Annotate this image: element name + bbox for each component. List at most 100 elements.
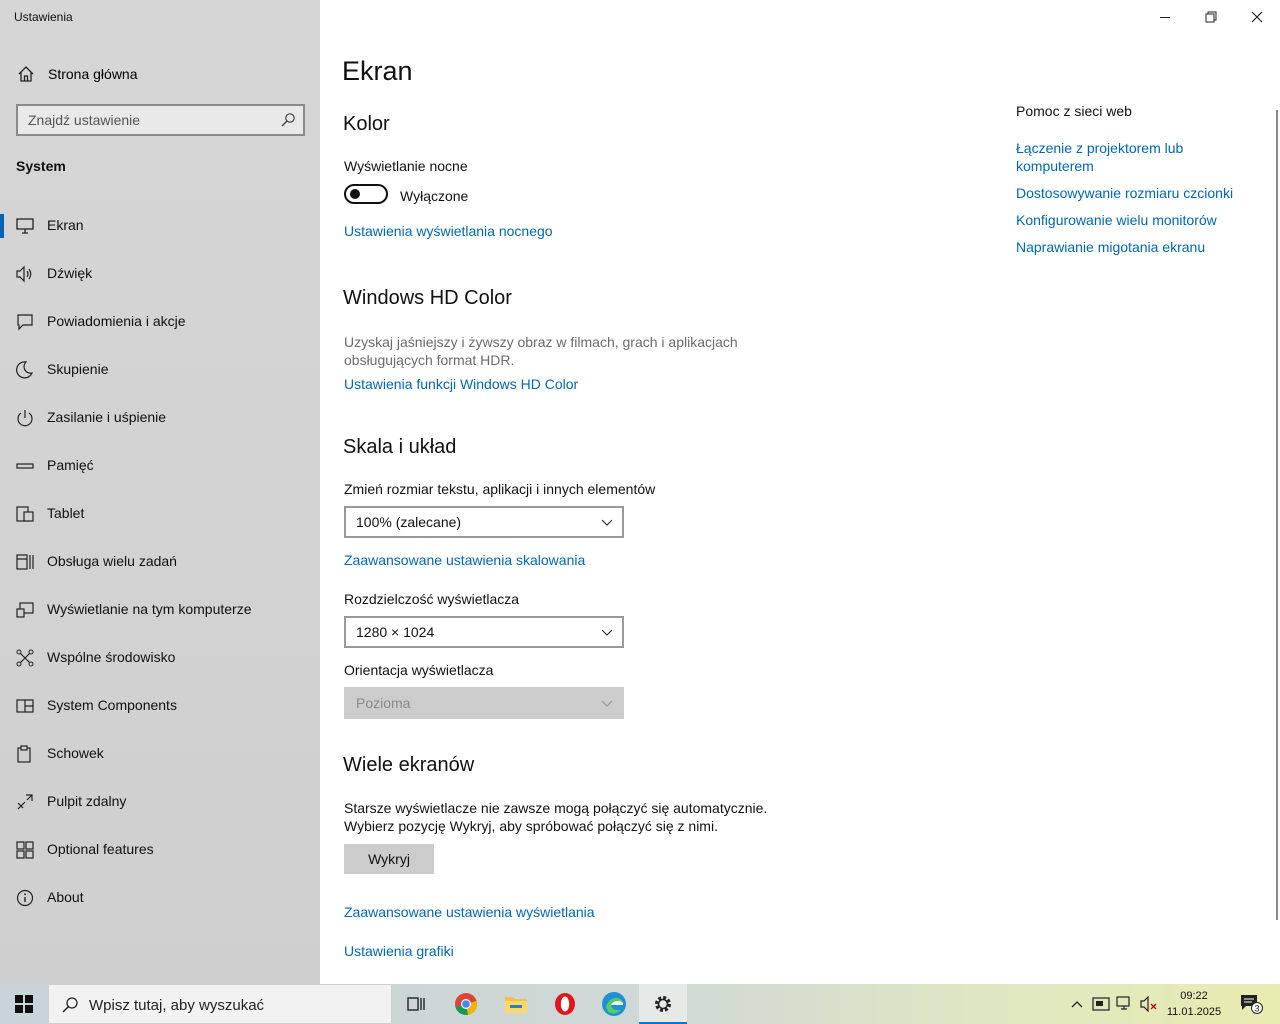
sidebar-item-powiadomienia[interactable]: Powiadomienia i akcje (0, 298, 320, 346)
toggle-knob (350, 189, 360, 199)
night-light-settings-link[interactable]: Ustawienia wyświetlania nocnego (344, 223, 553, 239)
taskbar-app-settings[interactable] (639, 984, 687, 1024)
main-content: Ekran Kolor Wyświetlanie nocne Wyłączone… (320, 0, 1280, 984)
action-center-button[interactable]: 3 (1234, 984, 1268, 1024)
opera-icon (555, 993, 575, 1015)
sidebar-item-label: Powiadomienia i akcje (47, 313, 186, 329)
search-icon[interactable] (280, 112, 296, 128)
hd-color-description: Uzyskaj jaśniejszy i żywszy obraz w film… (344, 334, 738, 368)
help-link-projector[interactable]: Łączenie z projektorem lub komputerem (1016, 139, 1256, 175)
scrollbar[interactable] (1276, 110, 1278, 920)
orientation-label: Orientacja wyświetlacza (344, 662, 494, 678)
optional-features-icon (16, 841, 34, 859)
sidebar-item-label: Wspólne środowisko (47, 649, 176, 665)
scale-dropdown[interactable]: 100% (zalecane) (344, 506, 624, 538)
sidebar-item-label: Obsługa wielu zadań (47, 553, 177, 569)
sidebar-item-optional-features[interactable]: Optional features (0, 826, 320, 874)
show-hidden-icons-button[interactable] (1066, 984, 1088, 1024)
tray-meet-now[interactable] (1090, 984, 1112, 1024)
window-title: Ustawienia (14, 10, 73, 24)
detect-button[interactable]: Wykryj (344, 844, 434, 874)
sidebar-item-label: Wyświetlanie na tym komputerze (47, 601, 252, 617)
help-title: Pomoc z sieci web (1016, 103, 1132, 119)
chevron-down-icon (601, 629, 613, 636)
projecting-icon (16, 602, 34, 618)
resolution-dropdown[interactable]: 1280 × 1024 (344, 616, 624, 648)
tablet-icon (16, 506, 34, 522)
minimize-button[interactable] (1142, 4, 1188, 30)
help-link-multiple-monitors[interactable]: Konfigurowanie wielu monitorów (1016, 211, 1256, 229)
home-nav-item[interactable]: Strona główna (0, 58, 320, 90)
sidebar-item-pamiec[interactable]: Pamięć (0, 442, 320, 490)
sidebar-item-about[interactable]: About (0, 874, 320, 922)
multiple-displays-heading: Wiele ekranów (343, 754, 475, 776)
sidebar-item-zasilanie[interactable]: Zasilanie i uśpienie (0, 394, 320, 442)
settings-icon (655, 996, 671, 1012)
tray-app-icon (1092, 997, 1110, 1011)
taskbar-search-box[interactable] (48, 984, 392, 1024)
task-view-button[interactable] (392, 984, 440, 1024)
tray-volume[interactable] (1138, 984, 1160, 1024)
tray-network[interactable] (1114, 984, 1136, 1024)
sidebar-item-schowek[interactable]: Schowek (0, 730, 320, 778)
sidebar-item-pulpit-zdalny[interactable]: Pulpit zdalny (0, 778, 320, 826)
notification-count-badge: 3 (1254, 1003, 1259, 1013)
settings-search-input[interactable] (28, 111, 278, 129)
edge-icon (602, 992, 626, 1016)
color-heading: Kolor (343, 113, 390, 135)
task-view-icon (407, 997, 425, 1011)
sidebar-item-label: Tablet (47, 505, 85, 521)
sidebar-item-label: Dźwięk (47, 265, 93, 281)
scale-value: 100% (zalecane) (356, 514, 462, 530)
chrome-icon (455, 993, 477, 1015)
search-icon (62, 997, 78, 1013)
notifications-icon: 3 (1241, 995, 1263, 1014)
close-button[interactable] (1234, 4, 1280, 30)
moon-icon (16, 361, 34, 379)
restore-button[interactable] (1188, 4, 1234, 30)
taskbar-app-chrome[interactable] (442, 984, 490, 1024)
graphics-settings-link[interactable]: Ustawienia grafiki (344, 943, 454, 959)
sidebar-item-skupienie[interactable]: Skupienie (0, 346, 320, 394)
sidebar-nav: Ekran Dźwięk Powiadomienia i akcje Skupi… (0, 202, 320, 922)
advanced-display-settings-link[interactable]: Zaawansowane ustawienia wyświetlania (344, 904, 595, 920)
page-title: Ekran (342, 56, 413, 86)
chevron-down-icon (601, 519, 613, 526)
taskbar-search-input[interactable] (89, 995, 379, 1015)
sidebar-item-wyswietlanie[interactable]: Wyświetlanie na tym komputerze (0, 586, 320, 634)
sidebar-item-wspolne-srodowisko[interactable]: Wspólne środowisko (0, 634, 320, 682)
resolution-value: 1280 × 1024 (356, 624, 435, 640)
clock-time: 09:22 (1180, 990, 1208, 1002)
help-link-screen-flicker[interactable]: Naprawianie migotania ekranu (1016, 238, 1256, 256)
taskbar-app-edge[interactable] (590, 984, 638, 1024)
restore-icon (1205, 11, 1217, 23)
start-button[interactable] (0, 984, 48, 1024)
night-light-toggle[interactable] (344, 184, 388, 204)
night-light-label: Wyświetlanie nocne (344, 158, 468, 174)
chevron-down-icon (601, 700, 613, 707)
storage-icon (16, 463, 34, 469)
help-links: Łączenie z projektorem lub komputerem Do… (1016, 139, 1256, 265)
clock-date: 11.01.2025 (1166, 1006, 1222, 1018)
volume-muted-icon (1140, 996, 1157, 1012)
multitasking-icon (16, 554, 34, 570)
sidebar: Ustawienia Strona główna System Ekran Dź… (0, 0, 320, 984)
sidebar-item-dzwiek[interactable]: Dźwięk (0, 250, 320, 298)
hd-color-settings-link[interactable]: Ustawienia funkcji Windows HD Color (344, 376, 578, 392)
help-link-font-size[interactable]: Dostosowywanie rozmiaru czcionki (1016, 184, 1256, 202)
taskbar-clock[interactable]: 09:22 11.01.2025 (1160, 988, 1228, 1020)
hd-color-heading: Windows HD Color (343, 287, 512, 309)
taskbar-app-opera[interactable] (541, 984, 589, 1024)
sidebar-item-tablet[interactable]: Tablet (0, 490, 320, 538)
sidebar-item-ekran[interactable]: Ekran (0, 202, 320, 250)
sidebar-item-label: Optional features (47, 841, 154, 857)
home-icon (18, 66, 34, 82)
advanced-scaling-link[interactable]: Zaawansowane ustawienia skalowania (344, 552, 585, 568)
sidebar-item-obsluga-wielu-zadan[interactable]: Obsługa wielu zadań (0, 538, 320, 586)
chevron-up-icon (1071, 1001, 1083, 1008)
settings-search-box[interactable] (16, 104, 305, 136)
scale-layout-heading: Skala i układ (343, 436, 457, 458)
taskbar-app-file-explorer[interactable] (492, 984, 540, 1024)
sidebar-item-label: Skupienie (47, 361, 109, 377)
sidebar-item-system-components[interactable]: System Components (0, 682, 320, 730)
